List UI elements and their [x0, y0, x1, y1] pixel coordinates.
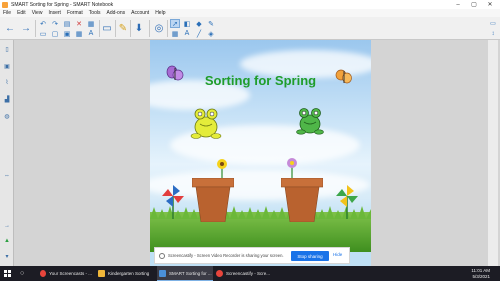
share-icon[interactable]: ▲: [3, 237, 11, 245]
clock-time: 11:01 AM: [471, 268, 490, 273]
side-tabs: ▯ ▣ ⌇ ▟ ◍ ⇔ → ▲ ▾: [0, 40, 14, 266]
window-title: SMART Sorting for Spring - SMART Noteboo…: [11, 1, 114, 8]
screencastify-icon: [159, 253, 165, 259]
toolbar: ← → ↶ ↷ ▤ ✕ ▦ ▭ ▢ ▣ ▦ A ▭ ✎ ⬇ ◎ ➚ ◧ ◆ ✎ …: [0, 17, 500, 40]
chrome-icon: [216, 270, 223, 277]
properties-icon[interactable]: ▟: [3, 95, 11, 103]
collapse-arrows-icon[interactable]: ⇔: [3, 172, 11, 180]
menu-account[interactable]: Account: [131, 10, 149, 16]
screen-icon[interactable]: ▭: [101, 22, 113, 34]
addons-icon[interactable]: ◍: [3, 112, 11, 120]
windows-start-icon[interactable]: [4, 270, 11, 277]
add-page-icon[interactable]: ▤: [62, 19, 72, 28]
pinwheel-right[interactable]: [334, 183, 360, 219]
lesson-activity-icon[interactable]: ◎: [153, 22, 165, 34]
chrome-icon: [40, 270, 47, 277]
undo-icon[interactable]: ↶: [38, 19, 48, 28]
taskbar-clock[interactable]: 11:01 AM 5/3/2021: [471, 268, 490, 279]
shapes-tool-icon[interactable]: ◧: [182, 19, 192, 28]
menu-edit[interactable]: Edit: [17, 10, 26, 16]
down-arrow-icon[interactable]: ▾: [3, 252, 11, 260]
fill-tool-icon[interactable]: ◆: [194, 19, 204, 28]
select-tool-icon[interactable]: ➚: [170, 19, 180, 28]
table-tool-icon[interactable]: ▦: [170, 29, 180, 38]
purple-flower[interactable]: [284, 156, 300, 180]
window-controls: – ▢ ✕: [450, 0, 498, 9]
gallery-icon[interactable]: ▣: [3, 62, 11, 70]
menu-help[interactable]: Help: [155, 10, 165, 16]
search-taskbar-icon[interactable]: ○: [20, 266, 24, 281]
paste-icon[interactable]: ▦: [86, 19, 96, 28]
stop-sharing-button[interactable]: Stop sharing: [291, 251, 329, 261]
text-tool-icon[interactable]: A: [182, 29, 192, 38]
orange-butterfly[interactable]: [335, 68, 353, 86]
menu-tools[interactable]: Tools: [89, 10, 101, 16]
menu-insert[interactable]: Insert: [48, 10, 61, 16]
eraser-tool-icon[interactable]: ◈: [206, 29, 216, 38]
table-icon[interactable]: ▦: [74, 29, 84, 38]
flower-pot-left[interactable]: [192, 178, 234, 222]
new-icon[interactable]: ▢: [50, 29, 60, 38]
share-message: Screencastify - Screen Video Recorder is…: [168, 253, 284, 258]
smart-notebook-icon: [2, 1, 8, 8]
close-button[interactable]: ✕: [482, 0, 498, 9]
ink-icon[interactable]: ✎: [117, 22, 129, 34]
forward-arrow-icon[interactable]: →: [20, 22, 32, 34]
menu-file[interactable]: File: [3, 10, 11, 16]
purple-butterfly[interactable]: [165, 64, 185, 84]
yellow-frog[interactable]: [190, 106, 222, 140]
text-format-icon[interactable]: A: [86, 29, 96, 38]
page-sorter-icon[interactable]: ▯: [3, 45, 11, 53]
taskbar-app-kindergarten[interactable]: Kindergarten Sorting: [98, 266, 154, 281]
open-icon[interactable]: ▭: [38, 29, 48, 38]
flower-pot-right[interactable]: [281, 178, 323, 222]
smart-notebook-taskbar-icon: [159, 269, 166, 277]
notebook-page[interactable]: Sorting for Spring: [150, 40, 371, 266]
response-icon[interactable]: ⬇: [133, 22, 145, 34]
pinwheel-left[interactable]: [160, 183, 186, 219]
screen-share-notification: Screencastify - Screen Video Recorder is…: [154, 247, 350, 264]
menu-bar: File Edit View Insert Format Tools Add-o…: [0, 9, 500, 17]
right-scrollbar[interactable]: [488, 40, 498, 266]
taskbar-app-screencastify[interactable]: Screencastify - Scre...: [216, 266, 272, 281]
taskbar: ○ Your Screencasts - ... Kindergarten So…: [0, 266, 500, 281]
redo-icon[interactable]: ↷: [50, 19, 60, 28]
hide-link[interactable]: Hide: [333, 252, 342, 257]
folder-icon: [98, 270, 105, 277]
taskbar-app-smart[interactable]: SMART Sorting for ...: [157, 266, 213, 281]
attachments-icon[interactable]: ⌇: [3, 78, 11, 86]
delete-icon[interactable]: ✕: [74, 19, 84, 28]
toolbar-move-icon[interactable]: ↕: [488, 29, 498, 38]
line-tool-icon[interactable]: ╱: [194, 29, 204, 38]
maximize-button[interactable]: ▢: [466, 0, 482, 9]
save-icon[interactable]: ▣: [62, 29, 72, 38]
menu-format[interactable]: Format: [67, 10, 83, 16]
minimize-button[interactable]: –: [450, 0, 466, 9]
taskbar-app-screencasts[interactable]: Your Screencasts - ...: [40, 266, 92, 281]
title-bar: SMART Sorting for Spring - SMART Noteboo…: [0, 0, 500, 9]
menu-addons[interactable]: Add-ons: [106, 10, 125, 16]
green-frog[interactable]: [296, 106, 324, 136]
back-arrow-icon[interactable]: ←: [4, 22, 16, 34]
right-arrow-icon[interactable]: →: [3, 222, 11, 230]
pen-tool-icon[interactable]: ✎: [206, 19, 216, 28]
menu-view[interactable]: View: [32, 10, 43, 16]
fullscreen-icon[interactable]: ▭: [488, 19, 498, 28]
clock-date: 5/3/2021: [472, 273, 490, 279]
